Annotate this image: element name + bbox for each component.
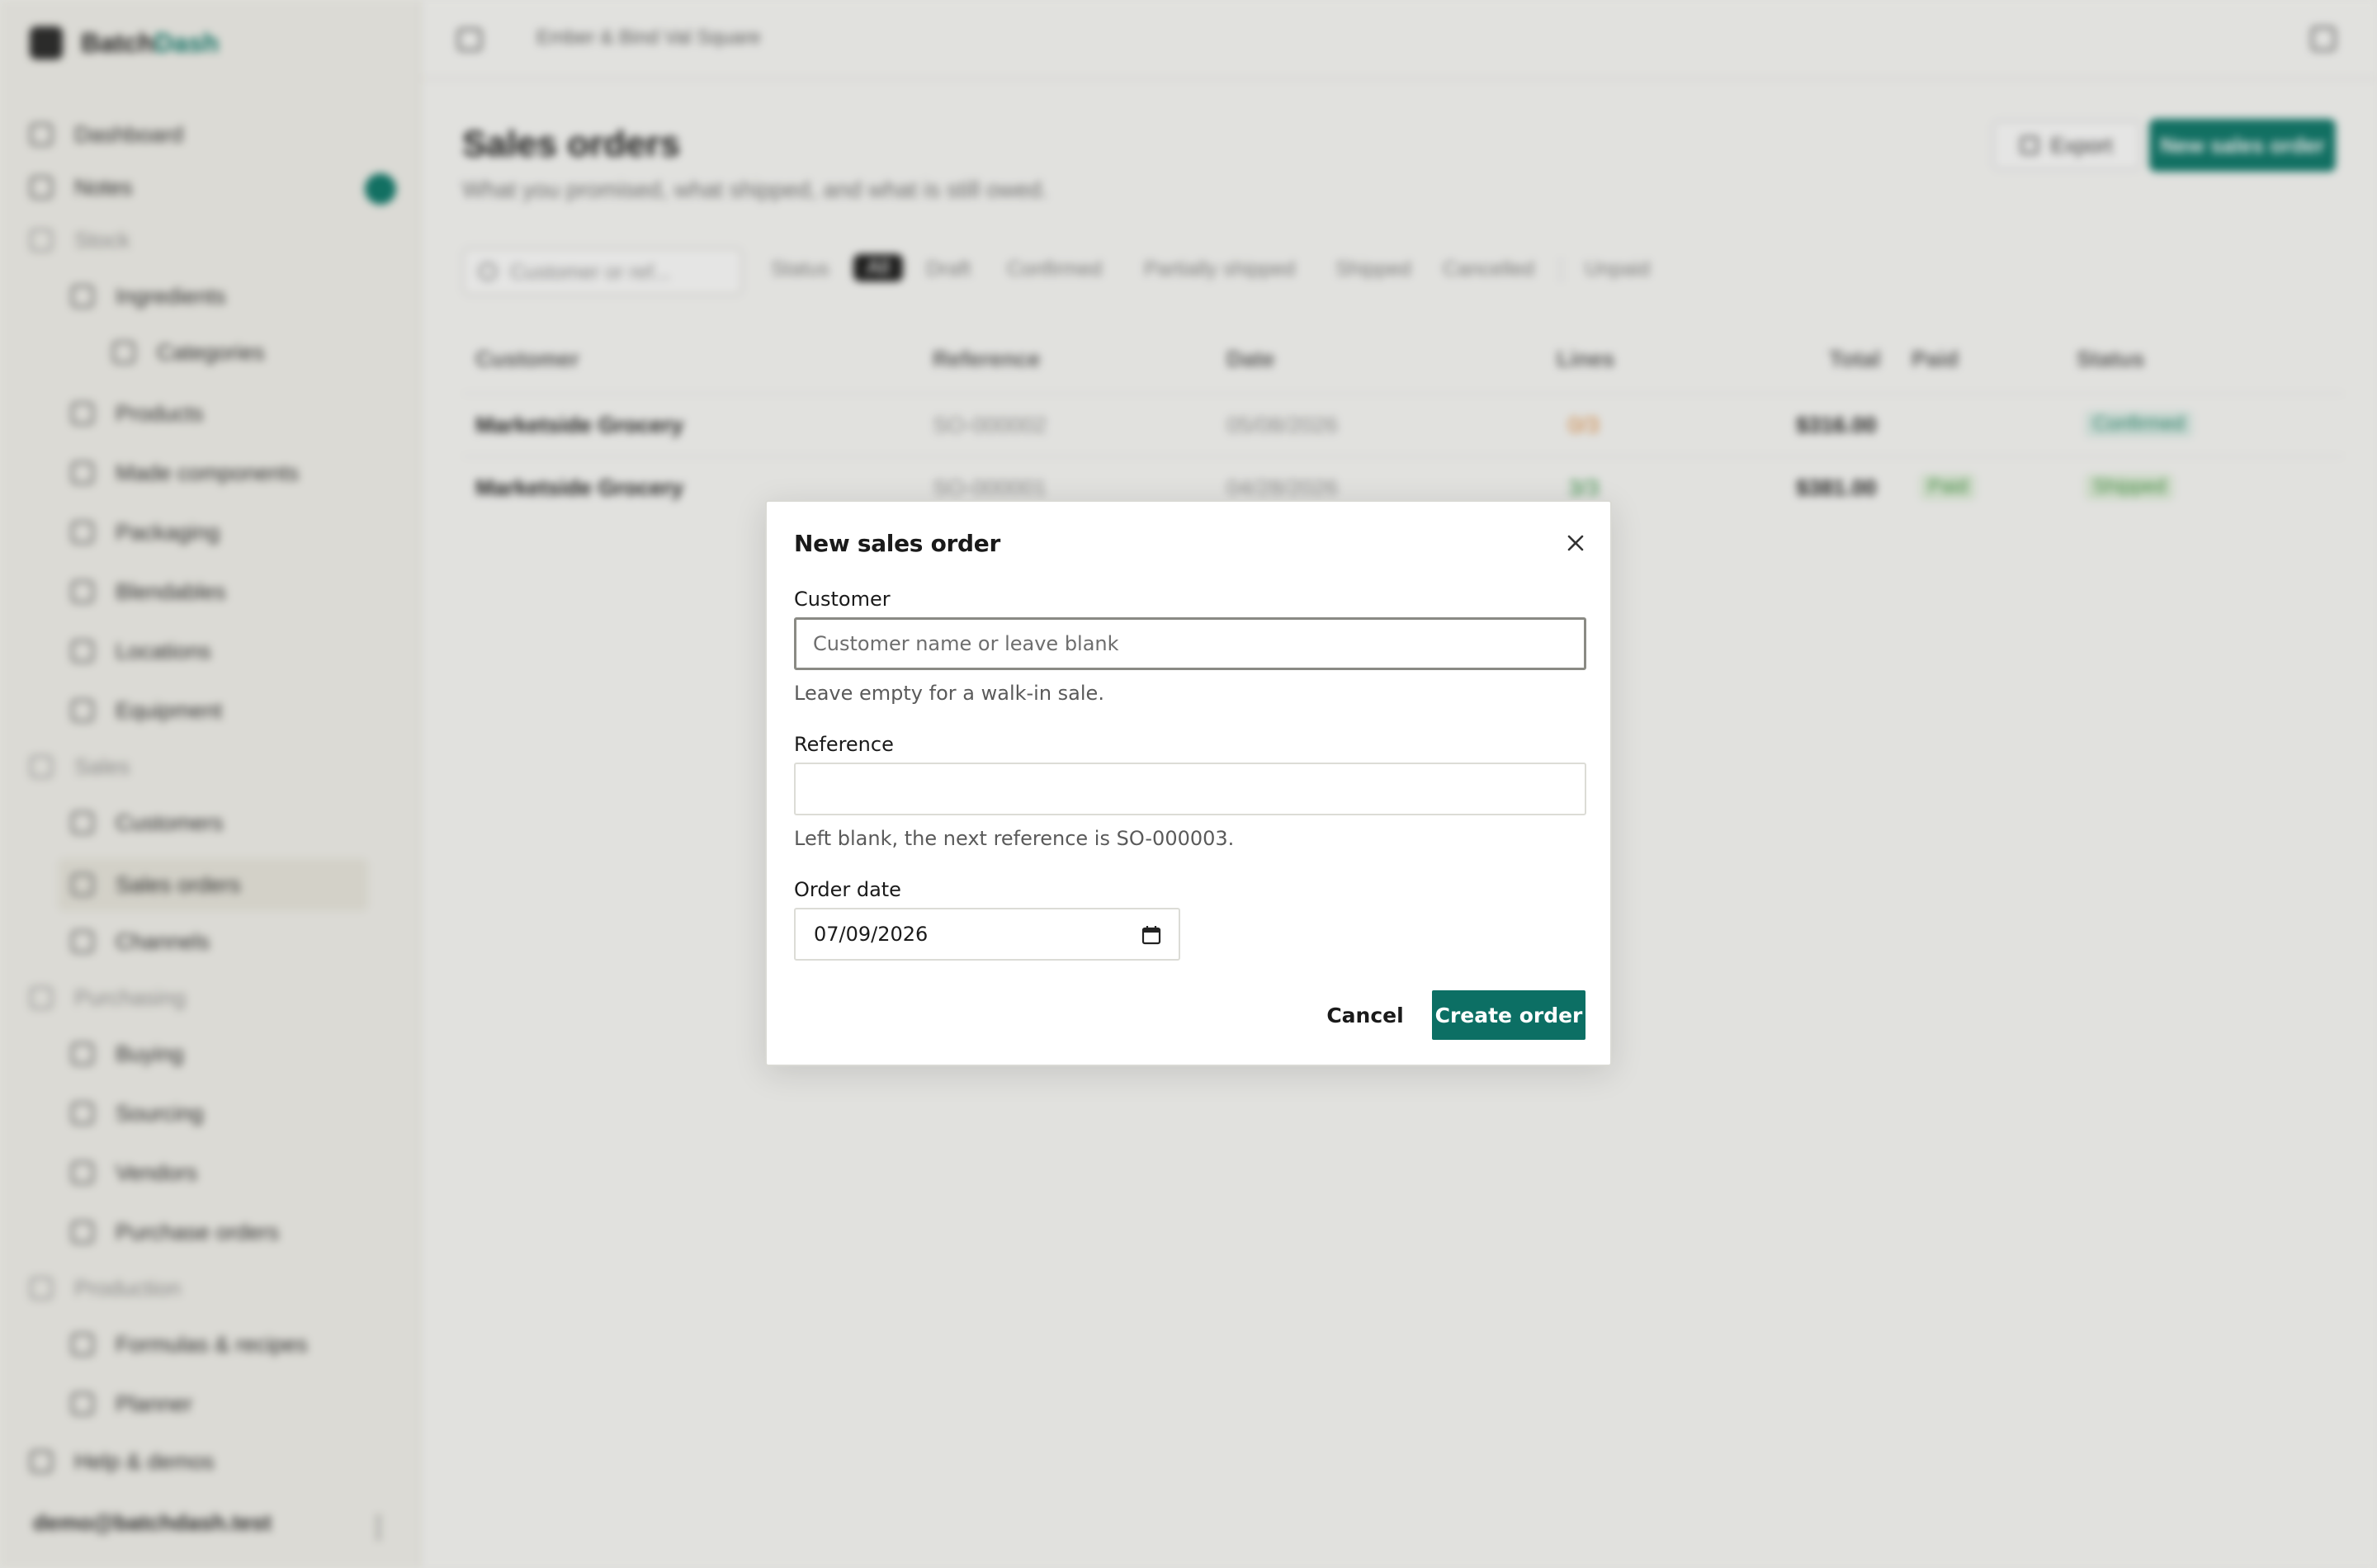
close-button[interactable] — [1559, 527, 1592, 560]
reference-label: Reference — [794, 733, 894, 756]
dialog-title: New sales order — [794, 530, 1000, 557]
create-order-button[interactable]: Create order — [1432, 990, 1585, 1040]
customer-label: Customer — [794, 588, 891, 611]
order-date-value: 07/09/2026 — [814, 923, 929, 946]
customer-input[interactable] — [794, 617, 1586, 670]
customer-hint: Leave empty for a walk-in sale. — [794, 682, 1104, 705]
reference-hint: Left blank, the next reference is SO-000… — [794, 827, 1235, 850]
calendar-icon[interactable] — [1141, 924, 1162, 946]
order-date-input[interactable]: 07/09/2026 — [794, 908, 1180, 961]
reference-input[interactable] — [794, 763, 1586, 815]
close-icon — [1567, 535, 1584, 551]
order-date-label: Order date — [794, 878, 901, 901]
cancel-button[interactable]: Cancel — [1320, 990, 1411, 1040]
new-sales-order-dialog: New sales order Customer Leave empty for… — [765, 500, 1612, 1066]
